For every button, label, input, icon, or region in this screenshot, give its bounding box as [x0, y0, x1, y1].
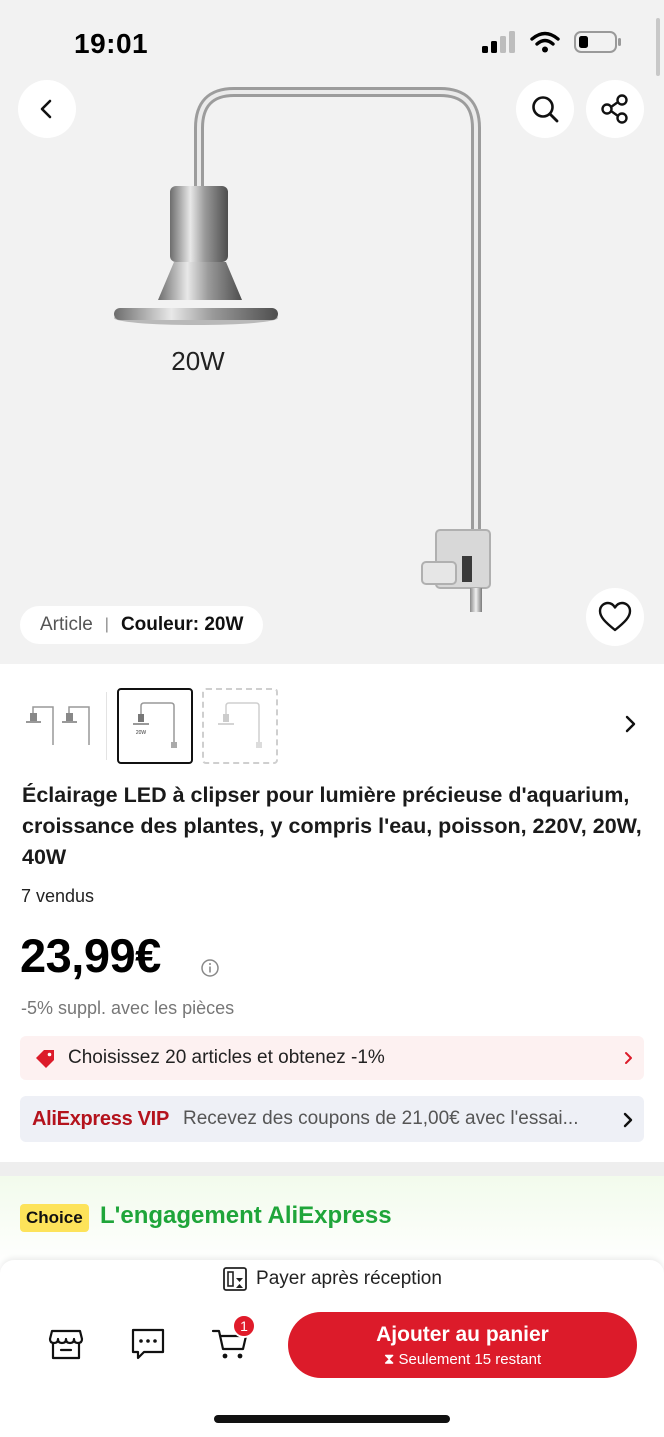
price-info-button[interactable] [200, 958, 220, 983]
hourglass-box-icon [223, 1267, 247, 1291]
promo-text: Choisissez 20 articles et obtenez -1% [68, 1047, 385, 1068]
variant-value: Couleur: 20W [120, 614, 244, 635]
status-time: 19:01 [74, 28, 149, 59]
thumbnail-variant-40w[interactable] [202, 688, 278, 764]
variant-separator: | [104, 616, 109, 633]
thumbnail-divider [106, 692, 107, 760]
aliexpress-vip-logo: AliExpress VIP [32, 1107, 169, 1130]
thumbnail-image [26, 706, 90, 745]
add-to-cart-label: Ajouter au panier [376, 1322, 549, 1346]
stock-remaining: ⧗ Seulement 15 restant [384, 1351, 541, 1368]
thumbnail-image [218, 702, 262, 748]
variant-selector-pill[interactable]: Article | Couleur: 20W [20, 606, 264, 644]
image-label: 20W [171, 346, 225, 376]
pay-after-delivery-note: Payer après réception [0, 1266, 664, 1292]
search-button[interactable] [516, 80, 574, 138]
product-price: 23,99€ [20, 929, 161, 982]
vip-text: Recevez des coupons de 21,00€ avec l'ess… [182, 1108, 579, 1129]
share-button[interactable] [586, 80, 644, 138]
stock-remaining-text: Seulement 15 restant [398, 1350, 542, 1368]
status-bar: 19:01 [0, 0, 664, 80]
share-icon [601, 94, 628, 124]
chevron-right-icon [625, 715, 636, 733]
cart-count-badge: 1 [232, 1314, 256, 1338]
status-icons [482, 30, 622, 54]
thumbnail-variant-20w[interactable]: 20W [117, 688, 193, 764]
coins-discount-note: -5% suppl. avec les pièces [21, 998, 235, 1018]
pay-after-text: Payer après réception [256, 1268, 442, 1289]
store-icon [48, 1329, 84, 1360]
chevron-right-icon [623, 1112, 633, 1128]
favorite-button[interactable] [586, 588, 644, 646]
product-title: Éclairage LED à clipser pour lumière pré… [22, 783, 642, 869]
battery-icon [574, 31, 621, 53]
store-button[interactable] [46, 1326, 86, 1362]
wifi-icon [530, 31, 560, 53]
thumbnail-variant-20w-40w[interactable] [20, 688, 98, 764]
vip-coupon-banner[interactable]: AliExpress VIP Recevez des coupons de 21… [20, 1096, 644, 1142]
home-indicator [214, 1415, 450, 1423]
variant-label: Article [40, 614, 93, 635]
heart-icon [598, 601, 632, 632]
variant-thumbnails: 20W [20, 688, 644, 764]
search-icon [532, 96, 559, 123]
cellular-signal-icon [482, 31, 515, 53]
thumbnails-next-button[interactable] [622, 714, 638, 739]
chevron-right-icon [625, 1052, 632, 1064]
choice-badge: Choice [20, 1204, 89, 1232]
back-button[interactable] [18, 80, 76, 138]
chevron-left-icon [40, 99, 52, 119]
price-tag-icon [36, 1050, 54, 1068]
add-to-cart-button[interactable]: Ajouter au panier ⧗ Seulement 15 restant [288, 1312, 637, 1378]
thumbnail-image: 20W [133, 702, 177, 748]
chat-button[interactable] [128, 1326, 168, 1362]
section-separator [0, 1162, 664, 1176]
choice-title[interactable]: L'engagement AliExpress [100, 1202, 392, 1230]
sold-count: 7 vendus [21, 886, 95, 906]
info-icon [201, 959, 219, 977]
bundle-promo-banner[interactable]: Choisissez 20 articles et obtenez -1% [20, 1036, 644, 1080]
chat-icon [131, 1328, 165, 1360]
thumbnail-label: 20W [136, 730, 147, 736]
hourglass-icon: ⧗ [383, 1350, 395, 1368]
